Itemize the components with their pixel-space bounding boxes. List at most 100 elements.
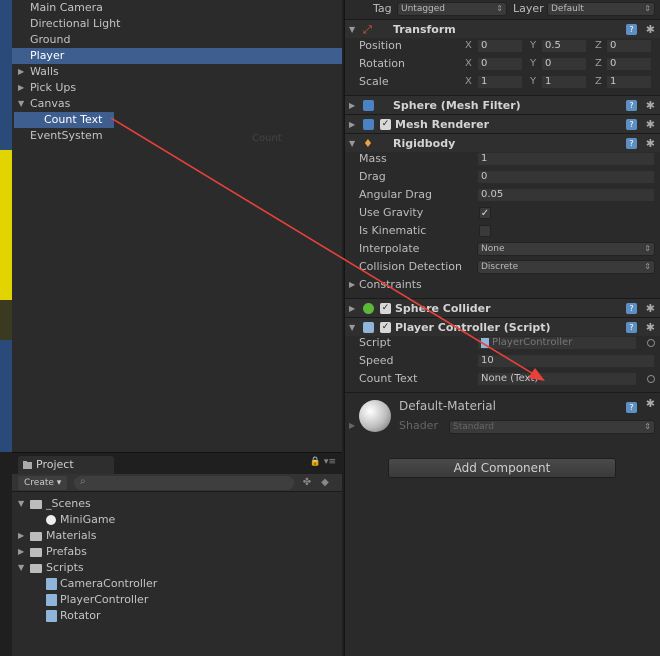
material-preview-sphere — [359, 400, 391, 432]
script-label: Script — [359, 336, 391, 349]
count-text-label: Count Text — [359, 372, 418, 385]
chevron-down-icon: ⇕ — [496, 4, 503, 13]
help-icon[interactable]: ? — [626, 303, 637, 314]
collision-detection-dropdown[interactable]: Discrete ⇕ — [477, 260, 655, 274]
collapse-arrow-icon[interactable]: ▼ — [18, 560, 24, 576]
speed-field[interactable]: 10 — [477, 354, 655, 368]
material-name: Default-Material — [399, 399, 496, 413]
hierarchy-item-canvas[interactable]: ▼ Canvas — [12, 96, 342, 112]
tag-value: Untagged — [401, 4, 446, 14]
drag-field[interactable]: 0 — [477, 170, 655, 184]
axis-y-label: Y — [530, 76, 537, 87]
layer-label: Layer — [513, 2, 544, 15]
hierarchy-item-ground[interactable]: Ground — [12, 32, 342, 48]
chevron-down-icon: ⇕ — [644, 422, 651, 431]
help-icon[interactable]: ? — [626, 119, 637, 130]
scale-y-field[interactable]: 1 — [541, 75, 587, 89]
gear-icon[interactable]: ✱ — [646, 299, 655, 318]
hierarchy-panel: Main Camera Directional Light Ground Pla… — [12, 0, 342, 452]
drag-ghost-label: Count — [252, 133, 282, 144]
help-icon[interactable]: ? — [626, 138, 637, 149]
gear-icon[interactable]: ✱ — [646, 397, 655, 410]
layer-dropdown[interactable]: Default ⇕ — [547, 2, 655, 16]
rotation-label: Rotation — [359, 57, 406, 70]
object-picker-icon[interactable] — [647, 375, 655, 383]
gear-icon[interactable]: ✱ — [646, 115, 655, 134]
position-x-field[interactable]: 0 — [477, 39, 523, 53]
transform-icon: ⤢ — [363, 23, 372, 36]
collapse-arrow-icon[interactable]: ▼ — [18, 496, 24, 512]
hierarchy-item-label: Directional Light — [30, 17, 121, 30]
tag-dropdown[interactable]: Untagged ⇕ — [397, 2, 507, 16]
position-z-field[interactable]: 0 — [606, 39, 652, 53]
csharp-script-icon — [363, 322, 374, 333]
panel-menu-icon[interactable]: 🔒 ▾≡ — [310, 457, 336, 467]
hierarchy-item-main-camera[interactable]: Main Camera — [12, 0, 342, 16]
csharp-script-icon — [46, 610, 57, 622]
csharp-script-icon — [481, 338, 489, 348]
shader-dropdown[interactable]: Standard ⇕ — [449, 420, 655, 434]
help-icon[interactable]: ? — [626, 402, 637, 413]
is-kinematic-checkbox[interactable] — [479, 225, 491, 237]
hierarchy-item-directional-light[interactable]: Directional Light — [12, 16, 342, 32]
help-icon[interactable]: ? — [626, 100, 637, 111]
scene-object-dark — [0, 300, 12, 340]
enable-checkbox[interactable]: ✓ — [380, 322, 391, 333]
expand-arrow-icon[interactable]: ▶ — [18, 80, 28, 96]
hierarchy-item-count-text[interactable]: Count Text — [14, 112, 114, 128]
help-icon[interactable]: ? — [626, 24, 637, 35]
scale-z-field[interactable]: 1 — [606, 75, 652, 89]
expand-arrow-icon[interactable]: ▶ — [349, 276, 355, 294]
interpolate-label: Interpolate — [359, 242, 420, 255]
filter-by-label-icon[interactable]: ◆ — [318, 476, 332, 490]
expand-arrow-icon[interactable]: ▶ — [349, 299, 355, 318]
collision-detection-label: Collision Detection — [359, 260, 463, 273]
expand-arrow-icon[interactable]: ▶ — [18, 544, 24, 560]
search-input[interactable]: ⌕ — [74, 476, 294, 490]
hierarchy-item-walls[interactable]: ▶ Walls — [12, 64, 342, 80]
add-component-button[interactable]: Add Component — [388, 458, 616, 478]
hierarchy-item-player[interactable]: Player — [12, 48, 342, 64]
search-icon: ⌕ — [80, 476, 86, 487]
hierarchy-item-eventsystem[interactable]: EventSystem — [12, 128, 342, 144]
project-item-label: PlayerController — [60, 593, 149, 606]
expand-arrow-icon[interactable]: ▶ — [18, 528, 24, 544]
expand-arrow-icon[interactable]: ▶ — [349, 115, 355, 134]
enable-checkbox[interactable]: ✓ — [380, 303, 391, 314]
angular-drag-field[interactable]: 0.05 — [477, 188, 655, 202]
interpolate-dropdown[interactable]: None ⇕ — [477, 242, 655, 256]
csharp-script-icon — [46, 578, 57, 590]
use-gravity-checkbox[interactable]: ✓ — [479, 207, 491, 219]
scale-x-field[interactable]: 1 — [477, 75, 523, 89]
project-item-label: Materials — [46, 529, 97, 542]
rotation-z-field[interactable]: 0 — [606, 57, 652, 71]
position-label: Position — [359, 39, 402, 52]
constraints-row[interactable]: ▶ Constraints — [345, 276, 660, 294]
expand-arrow-icon[interactable]: ▶ — [18, 64, 28, 80]
tab-project[interactable]: Project — [18, 456, 114, 474]
hierarchy-item-pick-ups[interactable]: ▶ Pick Ups — [12, 80, 342, 96]
object-picker-icon[interactable] — [647, 339, 655, 347]
project-item-label: CameraController — [60, 577, 158, 590]
help-icon[interactable]: ? — [626, 322, 637, 333]
count-text-field[interactable]: None (Text) — [477, 372, 637, 386]
transform-header[interactable]: ▼ ⤢ Transform ? ✱ — [345, 19, 660, 38]
gear-icon[interactable]: ✱ — [646, 96, 655, 115]
mass-field[interactable]: 1 — [477, 152, 655, 166]
filter-by-type-icon[interactable]: ✤ — [300, 476, 314, 490]
project-item-label: _Scenes — [46, 497, 91, 510]
enable-checkbox[interactable]: ✓ — [380, 119, 391, 130]
rotation-y-field[interactable]: 0 — [541, 57, 587, 71]
mesh-renderer-header[interactable]: ▶ ✓ Mesh Renderer ? ✱ — [345, 114, 660, 133]
project-panel: Project 🔒 ▾≡ Create ▾ ⌕ ✤ ◆ ▼ _Scenes Mi… — [12, 452, 342, 656]
mesh-filter-header[interactable]: ▶ Sphere (Mesh Filter) ? ✱ — [345, 95, 660, 114]
expand-arrow-icon[interactable]: ▶ — [349, 96, 355, 115]
create-button[interactable]: Create ▾ — [18, 476, 68, 490]
position-y-field[interactable]: 0.5 — [541, 39, 587, 53]
rotation-x-field[interactable]: 0 — [477, 57, 523, 71]
expand-arrow-icon[interactable]: ▶ — [349, 421, 355, 430]
hierarchy-item-label: Ground — [30, 33, 71, 46]
sphere-collider-header[interactable]: ▶ ✓ Sphere Collider ? ✱ — [345, 298, 660, 317]
collapse-arrow-icon[interactable]: ▼ — [18, 96, 28, 112]
script-field[interactable]: PlayerController — [477, 336, 637, 350]
